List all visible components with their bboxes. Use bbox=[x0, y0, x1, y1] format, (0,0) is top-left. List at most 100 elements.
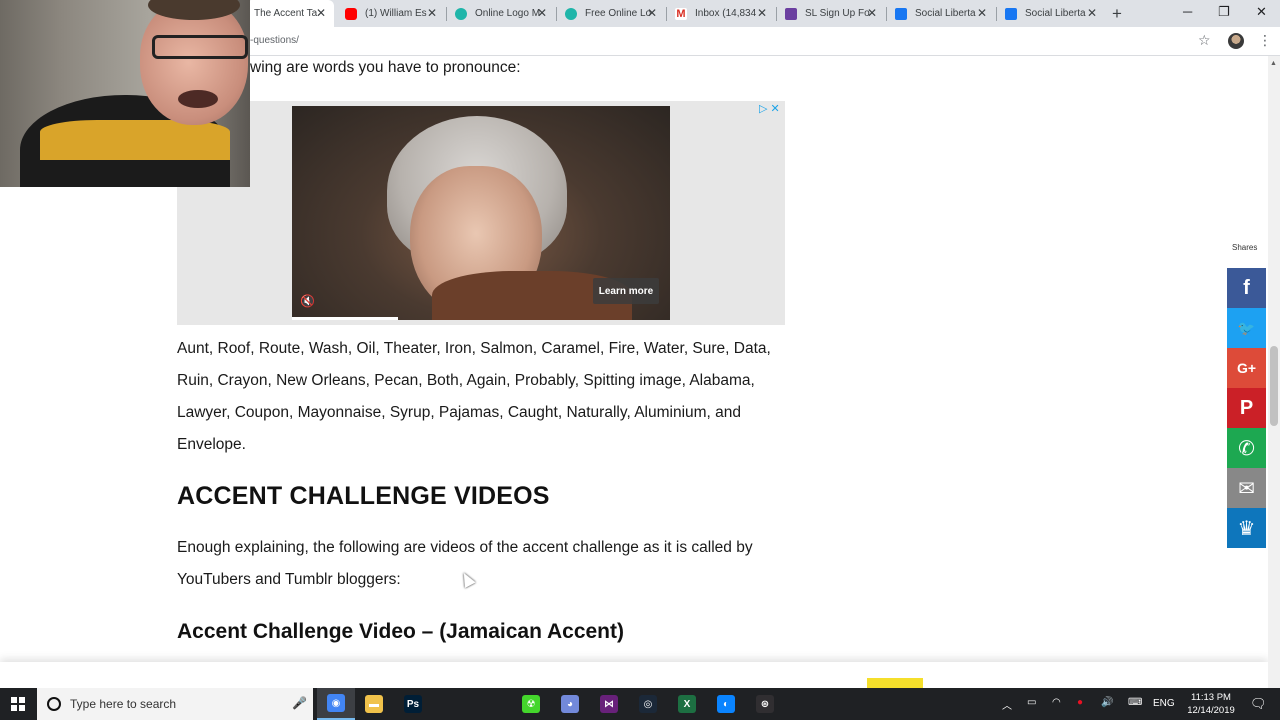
word-list-line: Lawyer, Coupon, Mayonnaise, Syrup, Pajam… bbox=[177, 404, 742, 421]
excel-icon: X bbox=[678, 695, 696, 713]
mute-icon[interactable]: 🔇 bbox=[300, 294, 315, 308]
facebook-icon: f bbox=[1243, 276, 1250, 299]
pinterest-share-button[interactable]: P bbox=[1227, 388, 1266, 428]
adchoices-icon[interactable]: ▷✕ bbox=[759, 102, 783, 115]
taskbar-app-file-explorer[interactable]: ▬ bbox=[355, 688, 393, 720]
tab-sl-sign-up[interactable]: SL Sign Up Fo ✕ bbox=[777, 0, 885, 27]
restore-button[interactable]: ❐ bbox=[1218, 4, 1230, 20]
taskbar-app-browser-app[interactable]: ◐ bbox=[707, 688, 745, 720]
tab-label: Social Liberta bbox=[915, 8, 976, 19]
language-indicator[interactable]: ENG bbox=[1153, 698, 1175, 709]
taskbar-clock[interactable]: 11:13 PM 12/14/2019 bbox=[1178, 691, 1244, 717]
taskbar-search-box[interactable]: Type here to search 🎤 bbox=[37, 688, 313, 720]
tab-accent-challenge[interactable]: The Accent Ta ✕ bbox=[246, 0, 334, 27]
tab-youtube[interactable]: (1) William Es ✕ bbox=[337, 0, 445, 27]
learn-more-button[interactable]: Learn more bbox=[593, 278, 659, 304]
taskbar-app-discord[interactable]: ◕ bbox=[551, 688, 589, 720]
taskbar-app-razer[interactable]: ☢ bbox=[512, 688, 550, 720]
close-icon[interactable]: ✕ bbox=[867, 7, 877, 19]
webcam-shirt-stripe bbox=[40, 120, 230, 160]
facebook-icon bbox=[1005, 7, 1017, 20]
volume-icon[interactable]: 🔊 bbox=[1101, 697, 1113, 708]
close-icon[interactable]: ✕ bbox=[316, 7, 326, 19]
windows-taskbar: Type here to search 🎤 ◉ ▬ Ps ☢ ◕ ⋈ ◎ X ◐ ⊛ ︿ ▭ ◠ … bbox=[0, 688, 1280, 720]
sumo-icon: ♛ bbox=[1237, 517, 1256, 540]
keyboard-icon[interactable]: ⌨ bbox=[1128, 697, 1142, 708]
tab-free-online-logo[interactable]: Free Online Lo ✕ bbox=[557, 0, 665, 27]
twitter-share-button[interactable]: 🐦 bbox=[1227, 308, 1266, 348]
taskbar-app-photoshop[interactable]: Ps bbox=[394, 688, 432, 720]
tab-label: Free Online Lo bbox=[585, 8, 652, 19]
tab-social-libertarian-1[interactable]: Social Liberta ✕ bbox=[887, 0, 995, 27]
email-icon: ✉ bbox=[1238, 477, 1255, 500]
action-center-icon[interactable]: 🗨 bbox=[1250, 696, 1267, 712]
profile-avatar[interactable] bbox=[1228, 33, 1244, 49]
bookmark-star-icon[interactable]: ☆ bbox=[1198, 32, 1211, 49]
word-list-line: Envelope. bbox=[177, 436, 246, 453]
clock-time: 11:13 PM bbox=[1191, 692, 1231, 703]
clock-date: 12/14/2019 bbox=[1187, 705, 1235, 716]
tab-gmail-inbox[interactable]: M Inbox (14,834 ✕ bbox=[667, 0, 775, 27]
sumo-share-button[interactable]: ♛ bbox=[1227, 508, 1266, 548]
paragraph-line: Enough explaining, the following are vid… bbox=[177, 539, 753, 556]
facebook-icon bbox=[895, 7, 907, 20]
google-plus-share-button[interactable]: G+ bbox=[1227, 348, 1266, 388]
battery-icon[interactable]: ▭ bbox=[1027, 697, 1036, 708]
address-bar[interactable]: -questions/ bbox=[250, 35, 299, 46]
close-icon[interactable]: ✕ bbox=[427, 7, 437, 19]
close-icon[interactable]: ✕ bbox=[537, 7, 547, 19]
webcam-mouth bbox=[178, 90, 218, 108]
close-window-button[interactable]: ✕ bbox=[1256, 4, 1267, 20]
facebook-share-button[interactable]: f bbox=[1227, 268, 1266, 308]
scroll-up-arrow-icon[interactable]: ▲ bbox=[1270, 60, 1277, 67]
logo-maker-icon bbox=[565, 7, 577, 20]
video-ad[interactable]: 🔇 Learn more ▷✕ bbox=[177, 101, 785, 325]
twitter-icon: 🐦 bbox=[1237, 319, 1256, 336]
cookie-consent-bar bbox=[0, 662, 1268, 688]
taskbar-app-obs[interactable]: ⊛ bbox=[746, 688, 784, 720]
razer-icon: ☢ bbox=[522, 695, 540, 713]
new-tab-button[interactable]: + bbox=[1112, 4, 1122, 24]
logo-maker-icon bbox=[455, 7, 467, 20]
email-share-button[interactable]: ✉ bbox=[1227, 468, 1266, 508]
taskbar-app-chrome[interactable]: ◉ bbox=[317, 688, 355, 720]
search-placeholder: Type here to search bbox=[70, 697, 177, 711]
browser-app-icon: ◐ bbox=[717, 695, 735, 713]
tab-online-logo[interactable]: Online Logo M ✕ bbox=[447, 0, 555, 27]
obs-icon: ⊛ bbox=[756, 695, 774, 713]
file-explorer-icon: ▬ bbox=[365, 695, 383, 713]
google-plus-icon: G+ bbox=[1236, 360, 1257, 376]
discord-icon: ◕ bbox=[561, 695, 579, 713]
close-icon[interactable]: ✕ bbox=[647, 7, 657, 19]
tray-expand-icon[interactable]: ︿ bbox=[1002, 697, 1012, 712]
whatsapp-share-button[interactable]: ✆ bbox=[1227, 428, 1266, 468]
network-icon[interactable]: ◠ bbox=[1052, 697, 1061, 708]
cortana-icon bbox=[47, 697, 61, 711]
menu-kebab-icon[interactable]: ⋮ bbox=[1258, 32, 1272, 49]
youtube-icon bbox=[345, 7, 357, 20]
cookie-accept-button[interactable] bbox=[867, 678, 923, 688]
microphone-icon[interactable]: 🎤 bbox=[292, 696, 307, 710]
taskbar-app-excel[interactable]: X bbox=[668, 688, 706, 720]
webcam-overlay bbox=[0, 0, 250, 187]
paragraph-line: YouTubers and Tumblr bloggers: bbox=[177, 571, 401, 588]
tab-social-libertarian-2[interactable]: Social Liberta ✕ bbox=[997, 0, 1105, 27]
close-icon[interactable]: ✕ bbox=[1087, 7, 1097, 19]
tab-label: The Accent Ta bbox=[254, 8, 318, 19]
tab-label: (1) William Es bbox=[365, 8, 427, 19]
shares-label: Shares bbox=[1232, 243, 1258, 252]
close-icon[interactable]: ✕ bbox=[757, 7, 767, 19]
ad-video-player[interactable]: 🔇 Learn more bbox=[292, 106, 670, 320]
minimize-button[interactable]: ─ bbox=[1183, 4, 1192, 19]
close-icon[interactable]: ✕ bbox=[977, 7, 987, 19]
page-scrollbar[interactable]: ▲ bbox=[1268, 56, 1280, 688]
visual-studio-icon: ⋈ bbox=[600, 695, 618, 713]
windows-start-icon[interactable] bbox=[11, 697, 25, 711]
scroll-thumb[interactable] bbox=[1270, 346, 1278, 426]
taskbar-app-visual-studio[interactable]: ⋈ bbox=[590, 688, 628, 720]
section-heading: ACCENT CHALLENGE VIDEOS bbox=[177, 482, 550, 510]
taskbar-app-steam[interactable]: ◎ bbox=[629, 688, 667, 720]
intro-text: wing are words you have to pronounce: bbox=[250, 59, 521, 76]
security-alert-icon[interactable]: ● bbox=[1077, 697, 1083, 708]
steam-icon: ◎ bbox=[639, 695, 657, 713]
